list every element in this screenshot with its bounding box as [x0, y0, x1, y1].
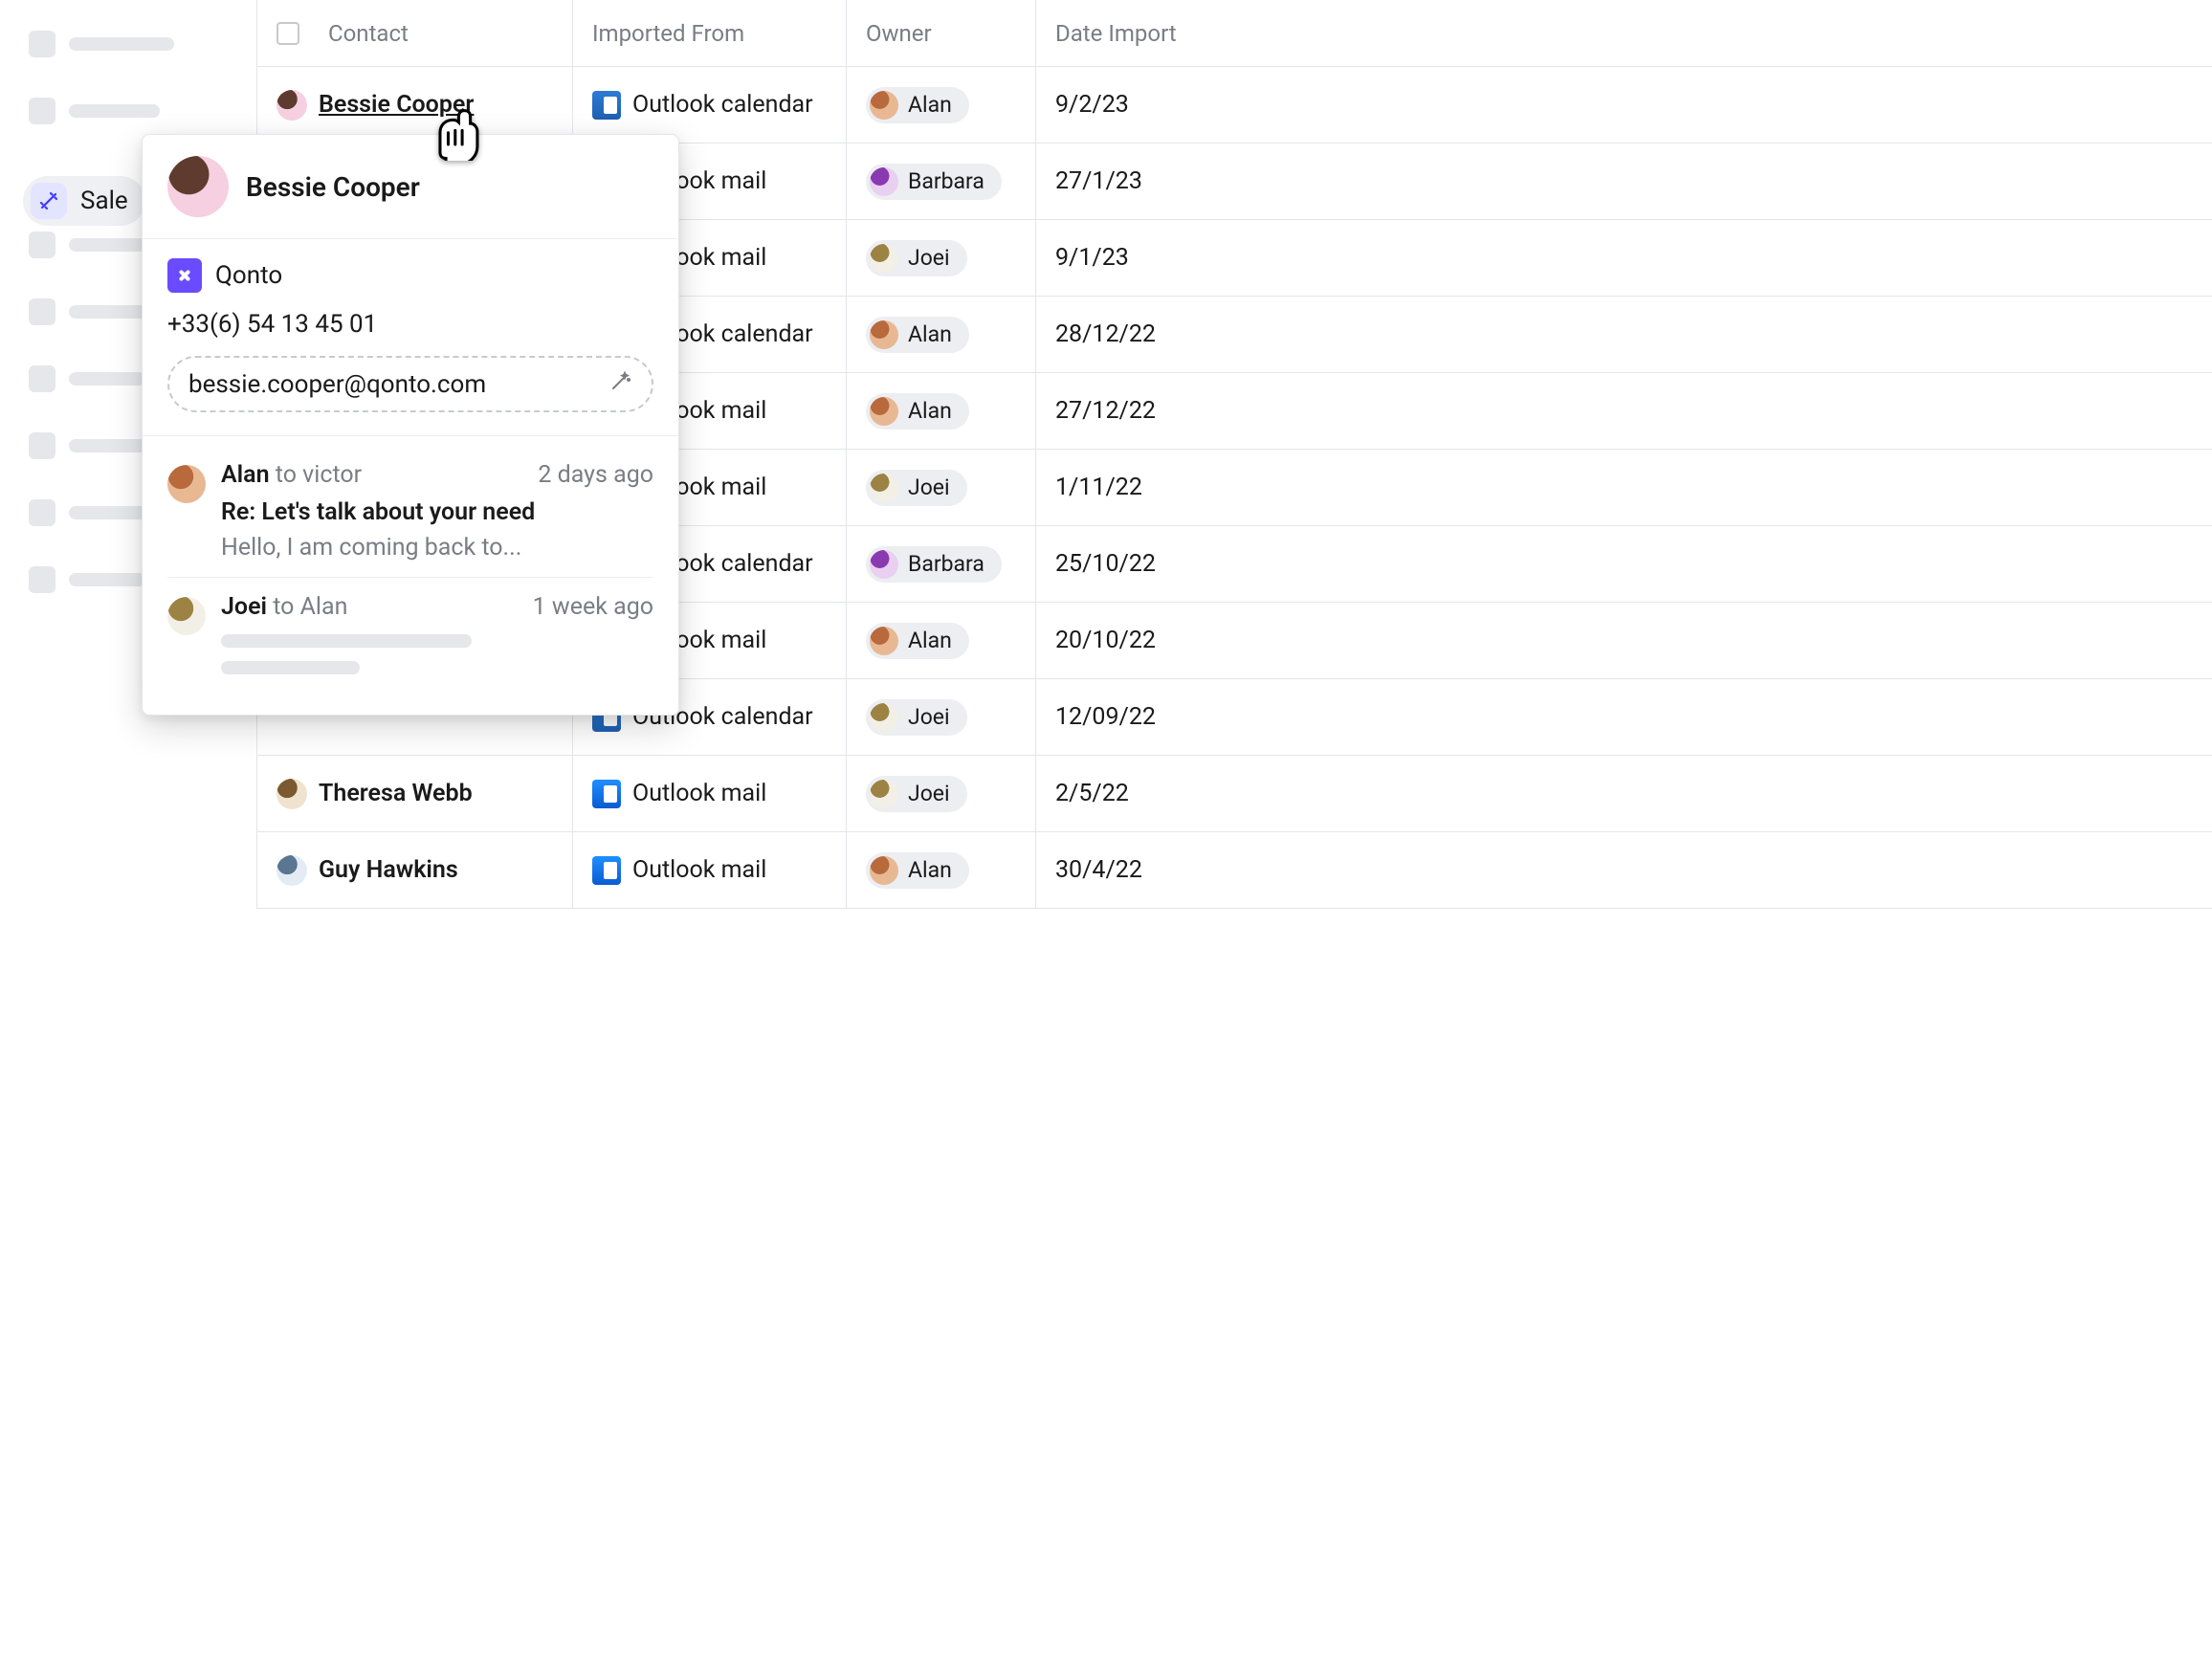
thread-message[interactable]: Alan to victor2 days agoRe: Let's talk a…	[167, 446, 653, 578]
owner-pill[interactable]: Alan	[866, 393, 969, 430]
cell-date: 28/12/22	[1036, 297, 2212, 372]
popover-company[interactable]: Qonto	[167, 258, 653, 293]
cell-date: 9/2/23	[1036, 67, 2212, 143]
message-time: 1 week ago	[533, 593, 653, 621]
avatar	[276, 855, 307, 886]
owner-pill[interactable]: Joei	[866, 776, 967, 812]
cell-imported: Outlook calendar	[573, 67, 847, 143]
avatar	[870, 550, 898, 579]
magic-wand-icon[interactable]	[609, 369, 632, 399]
outlook-mail-icon	[592, 780, 621, 808]
avatar	[870, 627, 898, 655]
cell-date: 25/10/22	[1036, 526, 2212, 602]
avatar	[276, 779, 307, 809]
owner-pill[interactable]: Alan	[866, 623, 969, 659]
avatar	[167, 156, 229, 217]
avatar	[870, 703, 898, 732]
qonto-logo-icon	[167, 258, 202, 293]
popover-email[interactable]: bessie.cooper@qonto.com	[167, 356, 653, 412]
contact-name[interactable]: Guy Hawkins	[319, 856, 458, 884]
col-date[interactable]: Date Import	[1036, 0, 2212, 66]
cell-contact[interactable]: Bessie Cooper	[257, 67, 573, 143]
cell-date: 30/4/22	[1036, 832, 2212, 908]
cell-owner: Joei	[847, 679, 1036, 755]
table-header-row: Contact Imported From Owner Date Import	[257, 0, 2212, 67]
avatar	[870, 91, 898, 120]
avatar	[870, 397, 898, 426]
owner-pill[interactable]: Joei	[866, 240, 967, 276]
message-snippet: Hello, I am coming back to...	[221, 534, 653, 562]
table-row[interactable]: Guy Hawkins Outlook mail Alan 30/4/22	[257, 832, 2212, 909]
sidebar-item-label: Sale	[80, 187, 128, 215]
cell-contact[interactable]: Guy Hawkins	[257, 832, 573, 908]
cell-owner: Alan	[847, 832, 1036, 908]
contact-name[interactable]: Theresa Webb	[319, 780, 473, 807]
message-time: 2 days ago	[538, 461, 653, 489]
select-all-checkbox[interactable]	[276, 22, 299, 45]
avatar	[870, 856, 898, 885]
avatar	[167, 465, 206, 503]
cell-date: 12/09/22	[1036, 679, 2212, 755]
avatar	[276, 90, 307, 121]
owner-pill[interactable]: Alan	[866, 87, 969, 123]
col-contact[interactable]: Contact	[257, 0, 573, 66]
contact-popover: Bessie Cooper Qonto +33(6) 54 13 45 01 b…	[142, 134, 679, 716]
popover-thread: Alan to victor2 days agoRe: Let's talk a…	[143, 436, 678, 715]
contact-name[interactable]: Bessie Cooper	[319, 91, 474, 119]
table-row[interactable]: Theresa Webb Outlook mail Joei 2/5/22	[257, 756, 2212, 832]
col-imported[interactable]: Imported From	[573, 0, 847, 66]
sidebar-item-sale[interactable]: Sale	[23, 176, 145, 226]
cell-date: 2/5/22	[1036, 756, 2212, 831]
col-owner[interactable]: Owner	[847, 0, 1036, 66]
cell-owner: Joei	[847, 450, 1036, 525]
avatar	[870, 780, 898, 808]
cell-date: 1/11/22	[1036, 450, 2212, 525]
cell-date: 27/12/22	[1036, 373, 2212, 449]
cell-owner: Barbara	[847, 526, 1036, 602]
message-subject: Re: Let's talk about your need	[221, 498, 653, 526]
table-row[interactable]: Bessie Cooper Outlook calendar Alan 9/2/23	[257, 67, 2212, 143]
owner-pill[interactable]: Alan	[866, 317, 969, 353]
owner-pill[interactable]: Barbara	[866, 164, 1002, 200]
cell-owner: Alan	[847, 603, 1036, 678]
cell-owner: Joei	[847, 220, 1036, 296]
outlook-calendar-icon	[592, 91, 621, 120]
avatar	[167, 597, 206, 635]
avatar	[870, 320, 898, 349]
cell-imported: Outlook mail	[573, 756, 847, 831]
sidebar-item[interactable]	[29, 29, 220, 59]
owner-pill[interactable]: Barbara	[866, 546, 1002, 583]
popover-phone[interactable]: +33(6) 54 13 45 01	[167, 310, 653, 339]
sidebar-item[interactable]	[29, 96, 220, 126]
cell-owner: Joei	[847, 756, 1036, 831]
cell-date: 9/1/23	[1036, 220, 2212, 296]
magic-wand-icon	[31, 183, 67, 219]
cell-owner: Alan	[847, 67, 1036, 143]
cell-owner: Alan	[847, 373, 1036, 449]
popover-header: Bessie Cooper	[143, 135, 678, 239]
thread-message[interactable]: Joei to Alan1 week ago	[167, 578, 653, 690]
cell-date: 20/10/22	[1036, 603, 2212, 678]
popover-contact-name: Bessie Cooper	[246, 171, 420, 203]
owner-pill[interactable]: Joei	[866, 470, 967, 506]
avatar	[870, 474, 898, 502]
owner-pill[interactable]: Alan	[866, 852, 969, 889]
owner-pill[interactable]: Joei	[866, 699, 967, 736]
cell-owner: Barbara	[847, 143, 1036, 219]
outlook-mail-icon	[592, 856, 621, 885]
cell-contact[interactable]: Theresa Webb	[257, 756, 573, 831]
avatar	[870, 244, 898, 273]
cell-owner: Alan	[847, 297, 1036, 372]
cell-date: 27/1/23	[1036, 143, 2212, 219]
avatar	[870, 167, 898, 196]
cell-imported: Outlook mail	[573, 832, 847, 908]
